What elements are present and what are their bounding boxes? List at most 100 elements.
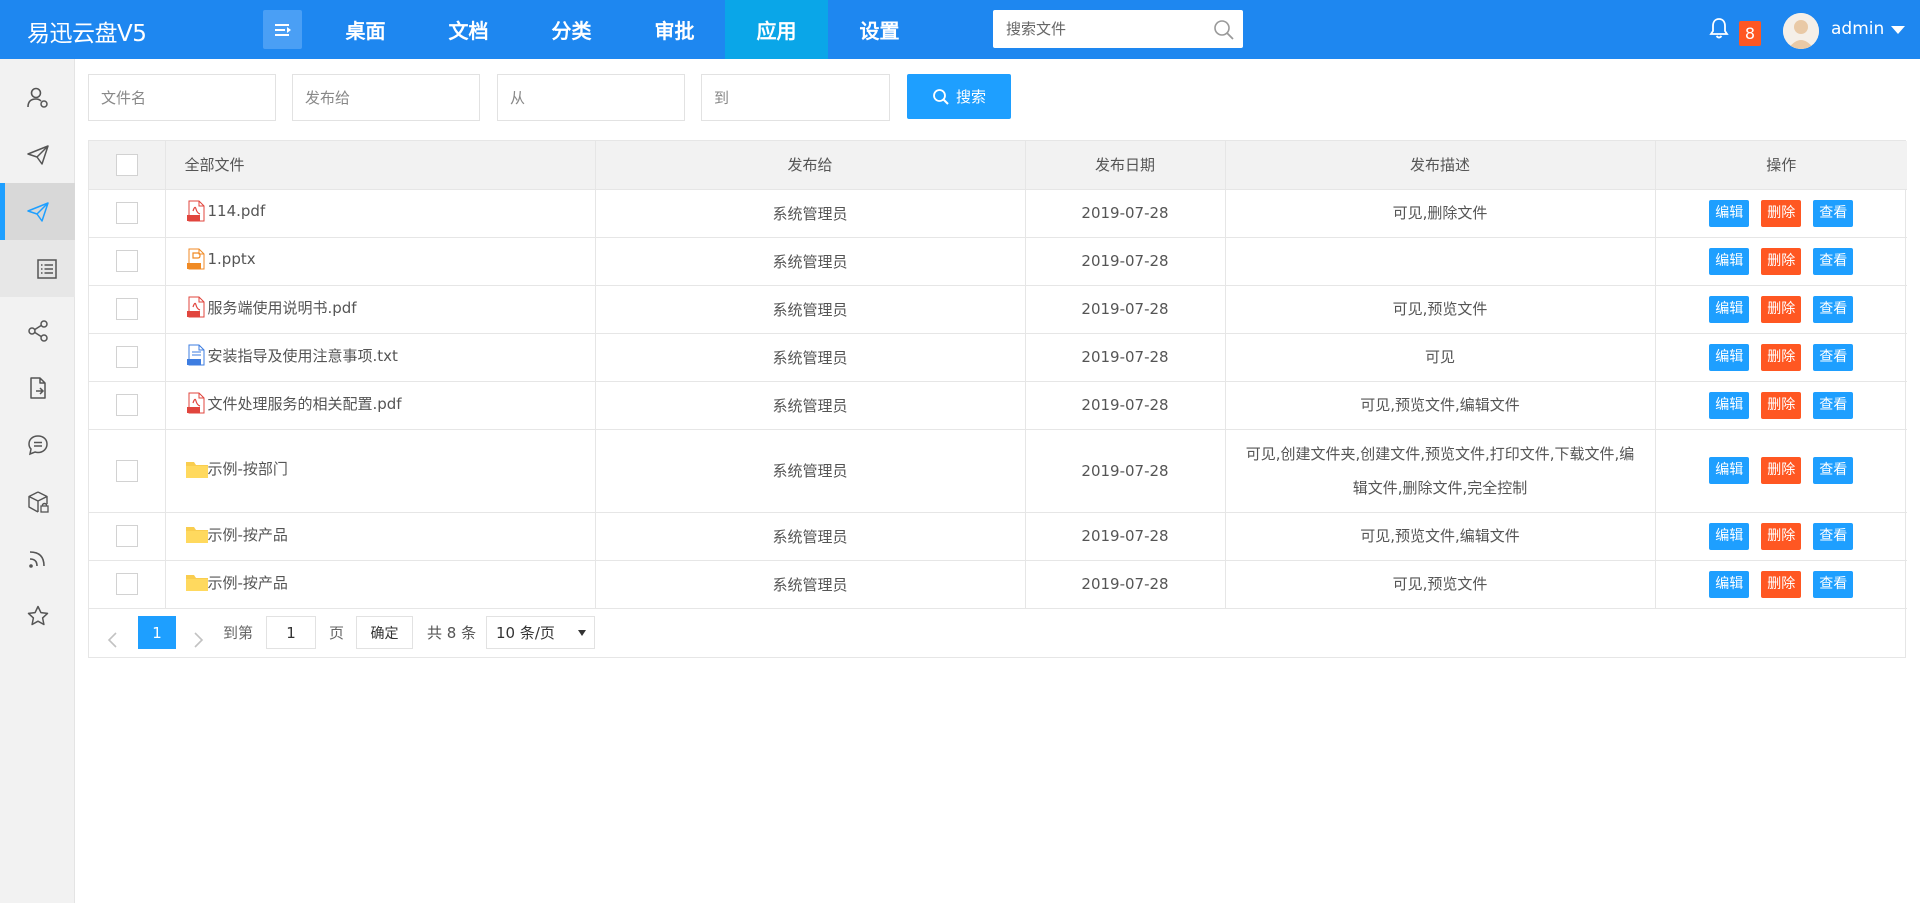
nav-documents[interactable]: 文档 xyxy=(417,0,520,59)
nav-desktop[interactable]: 桌面 xyxy=(314,0,417,59)
edit-button[interactable]: 编辑 xyxy=(1709,457,1750,484)
file-name-link[interactable]: 示例-按部门 xyxy=(185,458,288,480)
app-logo[interactable]: 易迅云盘V5 xyxy=(27,14,147,48)
pager-current-page[interactable]: 1 xyxy=(138,616,176,649)
table-row[interactable]: 安装指导及使用注意事项.txt 系统管理员 2019-07-28 可见 编辑 删除 查看 xyxy=(89,333,1907,382)
delete-button[interactable]: 删除 xyxy=(1761,247,1802,275)
table-row[interactable]: 示例-按部门 系统管理员 2019-07-28 可见,创建文件夹,创建文件,预览文件,… xyxy=(89,429,1907,513)
file-name-link[interactable]: 1.pptx xyxy=(185,248,256,270)
chevron-down-icon[interactable] xyxy=(1891,26,1905,34)
sidebar-item-send[interactable] xyxy=(0,126,75,183)
pager-confirm-button[interactable]: 确定 xyxy=(356,616,413,649)
delete-button[interactable]: 删除 xyxy=(1761,570,1802,598)
edit-button[interactable]: 编辑 xyxy=(1709,522,1750,550)
search-icon[interactable] xyxy=(1213,19,1235,41)
row-select xyxy=(89,189,166,238)
row-checkbox[interactable] xyxy=(115,250,138,272)
view-button[interactable]: 查看 xyxy=(1813,343,1854,371)
pager-goto-input[interactable] xyxy=(266,616,316,649)
sidebar-item-rss[interactable] xyxy=(0,530,75,587)
table-row[interactable]: 文件处理服务的相关配置.pdf 系统管理员 2019-07-28 可见,预览文件,编辑… xyxy=(89,381,1907,430)
file-name-link[interactable]: 安装指导及使用注意事项.txt xyxy=(185,344,398,366)
delete-button[interactable]: 删除 xyxy=(1761,295,1802,323)
file-name: 示例-按产品 xyxy=(207,573,288,592)
row-checkbox[interactable] xyxy=(115,394,138,416)
delete-button[interactable]: 删除 xyxy=(1761,391,1802,419)
page-size-select[interactable]: 10 条/页 xyxy=(486,616,595,649)
select-all-checkbox[interactable] xyxy=(115,153,138,176)
ops-cell: 编辑 删除 查看 xyxy=(1655,381,1907,430)
search-button[interactable]: 搜索 xyxy=(907,74,1011,119)
edit-button[interactable]: 编辑 xyxy=(1709,199,1750,227)
chevron-right-icon[interactable] xyxy=(193,623,205,657)
header-ops: 操作 xyxy=(1655,141,1907,190)
from-date-input[interactable] xyxy=(498,75,684,120)
edit-button[interactable]: 编辑 xyxy=(1709,391,1750,419)
to-date-input[interactable] xyxy=(702,75,889,120)
row-checkbox[interactable] xyxy=(115,202,138,224)
header-date[interactable]: 发布日期 xyxy=(1025,141,1226,190)
delete-button[interactable]: 删除 xyxy=(1761,457,1802,484)
table-row[interactable]: 1.pptx 系统管理员 2019-07-28 编辑 删除 查看 xyxy=(89,237,1907,286)
table-row[interactable]: 114.pdf 系统管理员 2019-07-28 可见,删除文件 编辑 删除 查看 xyxy=(89,189,1907,238)
pagination: 1 到第 页 确定 共 8 条 10 条/页 xyxy=(88,608,1906,658)
file-name-link[interactable]: 114.pdf xyxy=(185,200,265,222)
table-row[interactable]: 示例-按产品 系统管理员 2019-07-28 可见,预览文件 编辑 删除 查看 xyxy=(89,560,1907,609)
header-publish-to[interactable]: 发布给 xyxy=(595,141,1026,190)
delete-button[interactable]: 删除 xyxy=(1761,343,1802,371)
global-search-input[interactable] xyxy=(993,10,1203,48)
nav-settings[interactable]: 设置 xyxy=(828,0,931,59)
delete-button[interactable]: 删除 xyxy=(1761,522,1802,550)
file-name-link[interactable]: 示例-按产品 xyxy=(185,571,288,593)
view-button[interactable]: 查看 xyxy=(1813,457,1854,484)
nav-categories[interactable]: 分类 xyxy=(520,0,623,59)
row-checkbox[interactable] xyxy=(115,459,138,482)
delete-button[interactable]: 删除 xyxy=(1761,199,1802,227)
sidebar-item-export[interactable] xyxy=(0,359,75,416)
edit-button[interactable]: 编辑 xyxy=(1709,247,1750,275)
header-desc[interactable]: 发布描述 xyxy=(1225,141,1656,190)
user-name[interactable]: admin xyxy=(1831,19,1884,39)
sidebar-item-favorites[interactable] xyxy=(0,587,75,644)
file-name: 示例-按产品 xyxy=(207,525,288,544)
view-button[interactable]: 查看 xyxy=(1813,522,1854,550)
row-select xyxy=(89,381,166,430)
edit-button[interactable]: 编辑 xyxy=(1709,295,1750,323)
header-name[interactable]: 全部文件 xyxy=(165,141,596,190)
file-table: 全部文件 发布给 发布日期 发布描述 操作 114.pdf 系统管理员 2019-0… xyxy=(88,140,1907,658)
row-checkbox[interactable] xyxy=(115,346,138,368)
desc-cell: 可见,预览文件 xyxy=(1225,560,1656,609)
view-button[interactable]: 查看 xyxy=(1813,295,1854,323)
view-button[interactable]: 查看 xyxy=(1813,570,1854,598)
date-cell: 2019-07-28 xyxy=(1025,333,1226,382)
header-select-all xyxy=(89,141,166,190)
filename-input[interactable] xyxy=(89,75,275,120)
file-name-link[interactable]: 文件处理服务的相关配置.pdf xyxy=(185,392,402,414)
avatar[interactable] xyxy=(1783,13,1819,49)
edit-button[interactable]: 编辑 xyxy=(1709,343,1750,371)
row-select xyxy=(89,429,166,513)
file-name-link[interactable]: 示例-按产品 xyxy=(185,523,288,545)
sidebar-item-published[interactable] xyxy=(0,183,75,240)
row-checkbox[interactable] xyxy=(115,525,138,547)
row-checkbox[interactable] xyxy=(115,573,138,595)
nav-approval[interactable]: 审批 xyxy=(623,0,726,59)
chevron-left-icon[interactable] xyxy=(106,623,118,657)
nav-apps[interactable]: 应用 xyxy=(725,0,828,59)
sidebar-item-user-settings[interactable] xyxy=(0,69,75,126)
view-button[interactable]: 查看 xyxy=(1813,391,1854,419)
bell-icon[interactable] xyxy=(1709,17,1729,39)
sidebar-item-package[interactable] xyxy=(0,473,75,530)
table-row[interactable]: 服务端使用说明书.pdf 系统管理员 2019-07-28 可见,预览文件 编辑 删除 查看 xyxy=(89,285,1907,334)
publish-to-input[interactable] xyxy=(293,75,479,120)
sidebar-item-share[interactable] xyxy=(0,302,75,359)
view-button[interactable]: 查看 xyxy=(1813,247,1854,275)
edit-button[interactable]: 编辑 xyxy=(1709,570,1750,598)
table-row[interactable]: 示例-按产品 系统管理员 2019-07-28 可见,预览文件,编辑文件 编辑 删除 查看 xyxy=(89,512,1907,561)
sidebar-item-list[interactable] xyxy=(0,240,75,297)
file-name-link[interactable]: 服务端使用说明书.pdf xyxy=(185,296,357,318)
menu-toggle-button[interactable] xyxy=(263,10,302,49)
row-checkbox[interactable] xyxy=(115,298,138,320)
view-button[interactable]: 查看 xyxy=(1813,199,1854,227)
sidebar-item-messages[interactable] xyxy=(0,416,75,473)
